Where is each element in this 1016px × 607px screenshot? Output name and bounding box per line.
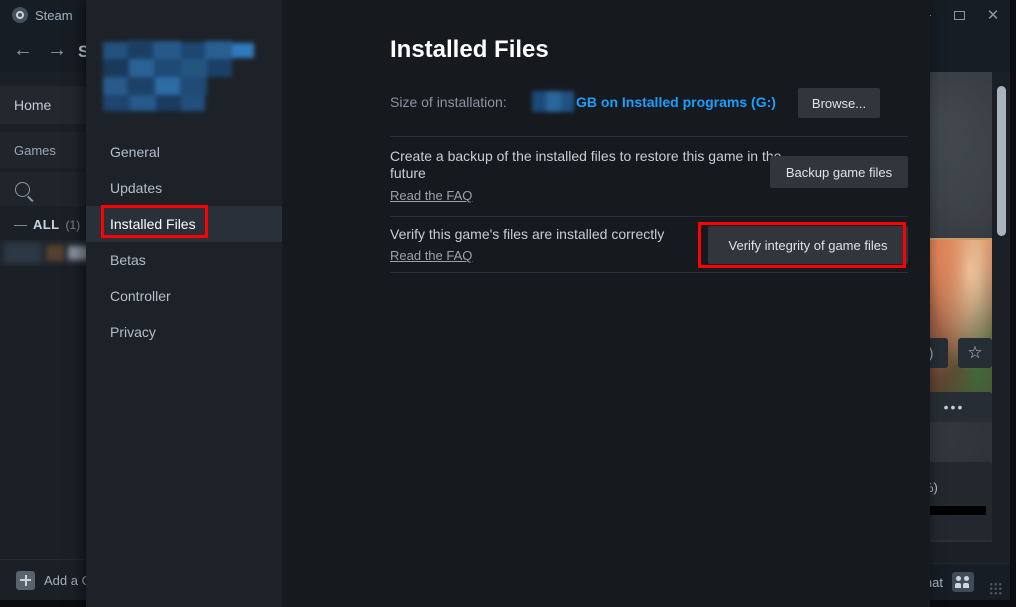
size-of-installation-row: Size of installation: GB on Installed pr…: [390, 88, 902, 122]
backup-description: Create a backup of the installed files t…: [390, 148, 790, 182]
redacted-game-title: [103, 38, 254, 113]
nav-item-betas[interactable]: Betas: [86, 242, 282, 278]
nav-item-betas-label: Betas: [110, 252, 146, 268]
plus-icon: [16, 571, 35, 590]
page-title: Installed Files: [390, 36, 549, 64]
steam-brand: Steam: [12, 7, 73, 23]
nav-item-updates-label: Updates: [110, 180, 162, 196]
screen-root: Steam ✕ ← → S Home Games —: [0, 0, 1016, 607]
divider-bottom: [390, 272, 908, 273]
backup-game-files-button[interactable]: Backup game files: [770, 156, 908, 188]
nav-item-general[interactable]: General: [86, 134, 282, 170]
dialog-sidebar: General Updates Installed Files Betas Co…: [86, 0, 282, 607]
nav-item-installed-files-label: Installed Files: [110, 216, 196, 232]
verify-description: Verify this game's files are installed c…: [390, 226, 664, 243]
nav-item-privacy[interactable]: Privacy: [86, 314, 282, 350]
divider-middle: [390, 216, 908, 217]
search-icon: [15, 182, 30, 197]
collection-header-all[interactable]: — ALL (1): [14, 217, 80, 232]
friends-icon[interactable]: [952, 572, 974, 592]
dialog-main-panel: Installed Files Size of installation: GB…: [282, 0, 930, 607]
nav-item-controller-label: Controller: [110, 288, 171, 304]
steam-close-button[interactable]: ✕: [976, 0, 1010, 30]
forward-arrow-icon[interactable]: →: [44, 39, 70, 63]
verify-files-row: Verify this game's files are installed c…: [390, 226, 908, 268]
resize-grip-right[interactable]: [989, 582, 1002, 595]
add-game-label: Add a G: [44, 573, 92, 588]
library-scrollbar[interactable]: [997, 86, 1006, 236]
back-arrow-icon[interactable]: ←: [10, 39, 36, 63]
steam-app-name: Steam: [35, 8, 73, 23]
redacted-game-icon: [46, 245, 64, 261]
rail-home-label: Home: [14, 97, 51, 113]
nav-item-privacy-label: Privacy: [110, 324, 156, 340]
game-properties-dialog: ✕: [86, 0, 930, 607]
nav-item-installed-files[interactable]: Installed Files: [86, 206, 282, 242]
redacted-game-capsule: [4, 243, 42, 263]
browse-button[interactable]: Browse...: [798, 88, 880, 118]
size-value: GB on Installed programs (G:): [576, 94, 776, 110]
nav-item-updates[interactable]: Updates: [86, 170, 282, 206]
nav-item-general-label: General: [110, 144, 160, 160]
collection-label: ALL: [33, 217, 59, 232]
verify-read-faq-link[interactable]: Read the FAQ: [390, 248, 472, 263]
divider-top: [390, 136, 908, 137]
dialog-nav-list: General Updates Installed Files Betas Co…: [86, 134, 282, 350]
size-label: Size of installation:: [390, 94, 507, 110]
collapse-dash-icon: —: [14, 217, 27, 232]
backup-read-faq-link[interactable]: Read the FAQ: [390, 188, 472, 203]
verify-integrity-button[interactable]: Verify integrity of game files: [708, 226, 908, 264]
steam-logo-icon: [12, 7, 28, 23]
star-icon[interactable]: ☆: [958, 338, 992, 368]
redacted-size-value: [532, 91, 574, 112]
collection-count: (1): [65, 218, 80, 232]
nav-item-controller[interactable]: Controller: [86, 278, 282, 314]
steam-maximize-button[interactable]: [942, 0, 976, 30]
rail-games-label: Games: [14, 143, 56, 158]
backup-files-row: Create a backup of the installed files t…: [390, 148, 908, 210]
